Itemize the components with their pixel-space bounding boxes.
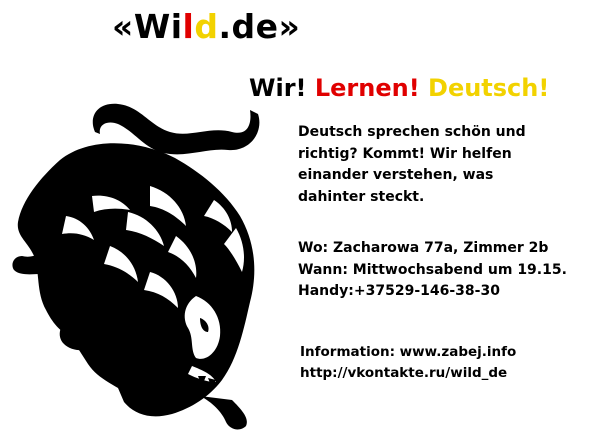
time-text: Wann: Mittwochsabend um 19.15. [298, 261, 567, 278]
phone-text: Handy:+37529-146-38-30 [298, 283, 500, 299]
lion-icon [12, 103, 260, 430]
slogan-word-deutsch: Deutsch! [428, 74, 550, 102]
logo-part-4: .de [218, 7, 279, 46]
logo-close-quote: » [278, 7, 301, 46]
meeting-details: Wo: Zacharowa 77a, Zimmer 2b Wann: Mittw… [298, 238, 593, 303]
logo-part-3: d [194, 7, 219, 46]
website-link[interactable]: Information: www.zabej.info [300, 342, 585, 363]
intro-line: dahinter steckt. [298, 188, 425, 205]
info-block: Information: www.zabej.info http://vkont… [300, 342, 585, 384]
logo-open-quote: « [112, 7, 134, 46]
intro-line: richtig? Kommt! Wir helfen [298, 145, 512, 162]
intro-text: Deutsch sprechen schön und richtig? Komm… [298, 122, 583, 208]
vk-link[interactable]: http://vkontakte.ru/wild_de [300, 363, 585, 384]
slogan-word-lernen: Lernen! [314, 74, 420, 102]
intro-line: einander verstehen, was [298, 167, 494, 183]
logo: «Wild.de» [112, 10, 300, 43]
location-text: Wo: Zacharowa 77a, Zimmer 2b [298, 240, 549, 256]
logo-part-2: l [182, 7, 195, 46]
logo-part-1: Wi [133, 7, 183, 46]
intro-line: Deutsch sprechen schön und [298, 124, 526, 140]
